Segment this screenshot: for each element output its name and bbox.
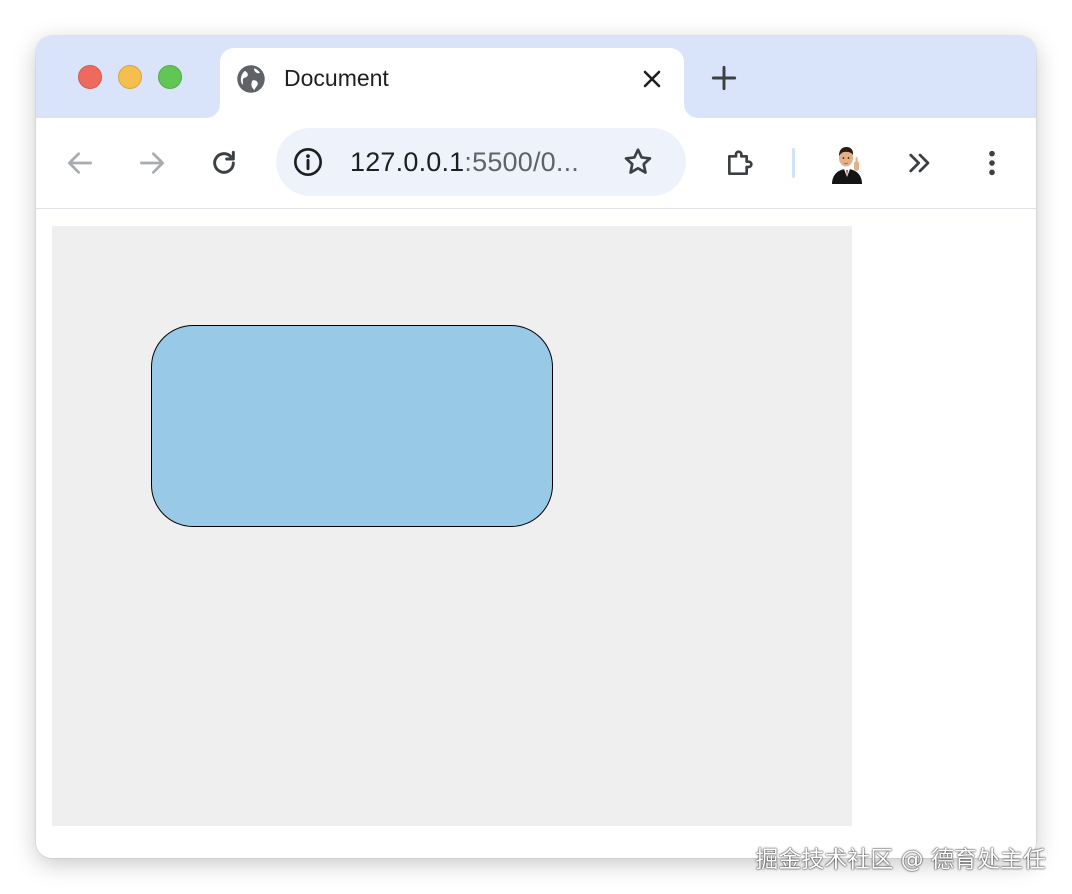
info-icon[interactable]	[292, 146, 324, 178]
reload-icon[interactable]	[208, 147, 240, 179]
browser-toolbar: 127.0.0.1:5500/0...	[36, 118, 1036, 209]
tab-title: Document	[284, 65, 389, 91]
window-maximize-button[interactable]	[158, 65, 182, 89]
globe-icon	[237, 65, 265, 93]
chevrons-right-icon[interactable]	[904, 147, 936, 179]
window-minimize-button[interactable]	[118, 65, 142, 89]
drawing-canvas[interactable]	[52, 226, 852, 826]
address-bar[interactable]: 127.0.0.1:5500/0...	[276, 128, 686, 196]
url-path: :5500/0...	[464, 147, 579, 177]
url-text: 127.0.0.1:5500/0...	[350, 146, 579, 178]
star-icon[interactable]	[622, 146, 654, 178]
browser-window: Document 127.0.0.1:5500/0...	[36, 36, 1036, 858]
arrow-left-icon[interactable]	[64, 147, 96, 179]
url-host: 127.0.0.1	[350, 147, 465, 177]
tab-strip: Document	[36, 36, 1036, 118]
toolbar-separator	[792, 148, 795, 178]
watermark-text: 掘金技术社区 @ 德育处主任	[755, 847, 1046, 873]
window-close-button[interactable]	[78, 65, 102, 89]
rounded-rectangle-shape	[151, 325, 553, 527]
arrow-right-icon[interactable]	[136, 147, 168, 179]
plus-icon[interactable]	[708, 62, 740, 94]
puzzle-icon[interactable]	[724, 147, 756, 179]
kebab-menu-icon[interactable]	[976, 147, 1008, 179]
page-content	[36, 209, 1036, 858]
close-icon[interactable]	[638, 65, 666, 93]
tab-document[interactable]: Document	[220, 48, 684, 118]
profile-avatar[interactable]	[829, 142, 865, 184]
